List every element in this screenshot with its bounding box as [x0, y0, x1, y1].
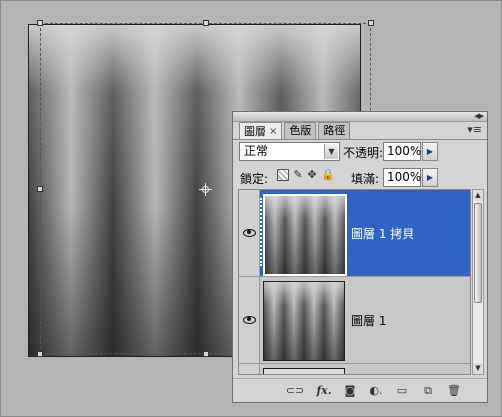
layer-thumbnail[interactable] — [263, 368, 345, 374]
transform-handle-top-right[interactable] — [368, 20, 374, 26]
visibility-column — [239, 277, 260, 363]
layer-thumbnail[interactable] — [263, 281, 345, 361]
transform-handle-middle-left[interactable] — [37, 186, 43, 192]
eye-icon[interactable] — [241, 226, 257, 238]
tab-divider — [233, 139, 487, 140]
opacity-slider-button[interactable]: ▶ — [422, 142, 438, 161]
tab-label: 色版 — [289, 124, 312, 137]
close-tab-icon[interactable]: × — [269, 124, 277, 140]
layers-panel: ◀▶ 圖層 × 色版 路徑 ▾≡ 正常 ▼ 不透明: 100% ▶ 鎖定: ✎ … — [232, 111, 488, 403]
lock-all-icon[interactable]: 🔒 — [321, 169, 335, 181]
new-layer-icon[interactable]: ⧉ — [421, 384, 435, 398]
chevron-down-icon[interactable]: ▼ — [324, 144, 338, 159]
scroll-up-icon[interactable]: ▲ — [473, 190, 483, 201]
layer-thumbnail[interactable] — [263, 194, 347, 276]
collapse-panel-icon[interactable]: ◀▶ — [474, 112, 484, 121]
scrollbar-thumb[interactable] — [474, 203, 482, 303]
layer-name[interactable]: 圖層 1 — [351, 312, 386, 329]
scroll-down-icon[interactable]: ▼ — [473, 363, 483, 374]
visibility-column — [239, 190, 260, 276]
layers-list: 圖層 1 拷貝 圖層 1 — [238, 189, 471, 375]
layer-name[interactable]: 圖層 1 拷貝 — [351, 225, 414, 242]
fill-slider-button[interactable]: ▶ — [422, 168, 438, 187]
transform-handle-top-center[interactable] — [203, 20, 209, 26]
lock-label: 鎖定: — [240, 172, 269, 186]
transform-handle-bottom-left[interactable] — [37, 351, 43, 357]
panel-menu-icon[interactable]: ▾≡ — [467, 124, 482, 135]
adjustment-layer-icon[interactable]: ◐. — [368, 384, 384, 398]
tab-label: 路徑 — [323, 124, 346, 137]
fx-icon[interactable]: fx. — [313, 384, 335, 398]
fill-value: 100% — [387, 170, 422, 184]
opacity-field[interactable]: 100% — [383, 142, 421, 161]
layer-row[interactable]: 圖層 1 — [239, 277, 470, 364]
lock-image-pixels-icon[interactable]: ✎ — [292, 169, 304, 181]
transform-handle-bottom-center[interactable] — [203, 351, 209, 357]
panel-tabs: 圖層 × 色版 路徑 — [239, 122, 352, 140]
blend-mode-value: 正常 — [244, 144, 269, 158]
layers-bottom-toolbar: ⊂⊃ fx. ◙ ◐. ▭ ⧉ 🗑 — [233, 378, 487, 403]
fill-field[interactable]: 100% — [383, 168, 421, 187]
tab-paths[interactable]: 路徑 — [318, 122, 351, 139]
lock-transparency-icon[interactable] — [277, 169, 289, 181]
tab-channels[interactable]: 色版 — [284, 122, 317, 139]
tab-layers[interactable]: 圖層 × — [239, 122, 283, 140]
fill-label: 填滿: — [351, 172, 380, 186]
layers-scrollbar[interactable]: ▲ ▼ — [472, 189, 484, 375]
lock-position-icon[interactable]: ✥ — [306, 169, 318, 181]
opacity-value: 100% — [387, 144, 422, 158]
link-layers-icon[interactable]: ⊂⊃ — [285, 384, 305, 398]
visibility-column — [239, 364, 260, 374]
layer-row-partial[interactable] — [239, 364, 470, 374]
layer-row[interactable]: 圖層 1 拷貝 — [239, 190, 470, 277]
transform-reference-point-icon[interactable] — [199, 183, 212, 196]
panel-title-bar[interactable]: ◀▶ — [233, 112, 487, 122]
transform-handle-top-left[interactable] — [37, 20, 43, 26]
trash-icon[interactable]: 🗑 — [447, 384, 461, 398]
opacity-label: 不透明: — [343, 146, 384, 160]
blend-mode-select[interactable]: 正常 ▼ — [239, 142, 340, 161]
add-mask-icon[interactable]: ◙ — [343, 384, 357, 398]
group-folder-icon[interactable]: ▭ — [395, 384, 409, 398]
eye-icon[interactable] — [241, 313, 257, 325]
tab-label: 圖層 — [244, 124, 266, 138]
